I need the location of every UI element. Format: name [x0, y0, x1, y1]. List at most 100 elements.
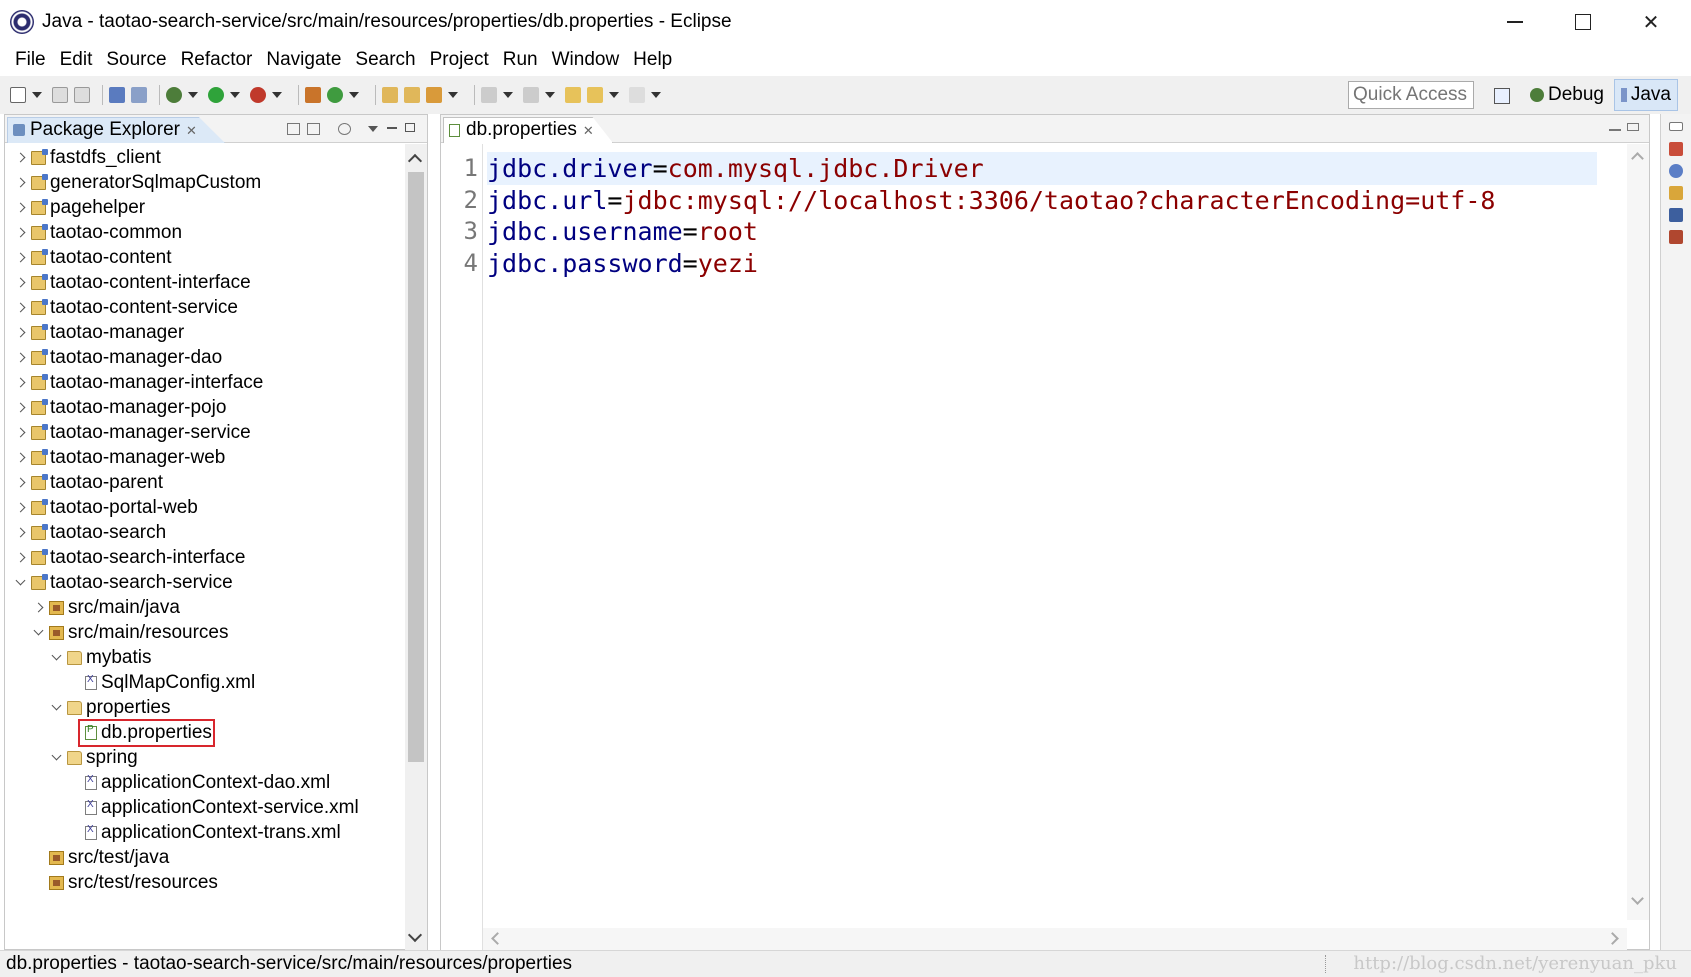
- scroll-down-icon[interactable]: [1631, 892, 1644, 905]
- open-perspective-icon[interactable]: [1494, 88, 1510, 104]
- tree-item[interactable]: taotao-parent: [5, 469, 405, 496]
- maximize-view-icon[interactable]: [405, 123, 415, 132]
- tree-item[interactable]: applicationContext-dao.xml: [5, 769, 405, 796]
- view-menu-icon[interactable]: [368, 126, 378, 132]
- menu-window[interactable]: Window: [545, 49, 627, 71]
- expanded-twisty-icon[interactable]: [31, 626, 45, 640]
- forward-icon[interactable]: [629, 87, 645, 103]
- tree-item[interactable]: taotao-manager-interface: [5, 369, 405, 396]
- search-icon[interactable]: [426, 87, 442, 103]
- editor-text-area[interactable]: 1234 jdbc.driver=com.mysql.jdbc.Driver jd…: [441, 144, 1649, 950]
- menu-source[interactable]: Source: [99, 49, 173, 71]
- scrollbar-thumb[interactable]: [408, 172, 424, 762]
- menu-refactor[interactable]: Refactor: [174, 49, 260, 71]
- tree-item[interactable]: taotao-portal-web: [5, 494, 405, 521]
- scroll-up-icon[interactable]: [1631, 152, 1644, 165]
- close-button[interactable]: ✕: [1617, 0, 1685, 44]
- tree-item[interactable]: taotao-search: [5, 519, 405, 546]
- maximize-editor-icon[interactable]: [1627, 123, 1639, 131]
- external-tools-dropdown-icon[interactable]: [272, 92, 282, 98]
- tree-item[interactable]: src/test/java: [5, 844, 405, 871]
- previous-annotation-dropdown-icon[interactable]: [545, 92, 555, 98]
- last-edit-location-icon[interactable]: [565, 87, 581, 103]
- debug-perspective-button[interactable]: Debug: [1524, 80, 1610, 110]
- external-tools-icon[interactable]: [250, 87, 266, 103]
- expanded-twisty-icon[interactable]: [49, 751, 63, 765]
- collapsed-twisty-icon[interactable]: [13, 426, 27, 440]
- tree-item[interactable]: taotao-manager: [5, 319, 405, 346]
- search-dropdown-icon[interactable]: [448, 92, 458, 98]
- tree-item[interactable]: applicationContext-trans.xml: [5, 819, 405, 846]
- menu-run[interactable]: Run: [496, 49, 545, 71]
- back-icon[interactable]: [587, 87, 603, 103]
- new-dropdown-icon[interactable]: [32, 92, 42, 98]
- tree-item[interactable]: taotao-manager-pojo: [5, 394, 405, 421]
- maximize-button[interactable]: [1549, 0, 1617, 44]
- code-line[interactable]: jdbc.password=yezi: [487, 247, 1597, 280]
- expanded-twisty-icon[interactable]: [13, 576, 27, 590]
- collapsed-twisty-icon[interactable]: [13, 451, 27, 465]
- focus-icon[interactable]: [338, 123, 351, 135]
- close-tab-icon[interactable]: ✕: [186, 123, 197, 138]
- scroll-right-icon[interactable]: [1606, 932, 1619, 945]
- menu-project[interactable]: Project: [423, 49, 496, 71]
- new-icon[interactable]: [10, 87, 26, 103]
- tree-item[interactable]: taotao-search-service: [5, 569, 405, 596]
- collapsed-twisty-icon[interactable]: [13, 151, 27, 165]
- menu-help[interactable]: Help: [626, 49, 679, 71]
- tree-item[interactable]: src/test/resources: [5, 869, 405, 896]
- new-java-class-icon[interactable]: [327, 87, 343, 103]
- editor-vertical-scrollbar[interactable]: [1627, 144, 1649, 920]
- problems-icon[interactable]: [1669, 186, 1683, 200]
- package-explorer-scrollbar[interactable]: [405, 144, 427, 950]
- scroll-up-icon[interactable]: [407, 153, 423, 169]
- collapsed-twisty-icon[interactable]: [13, 251, 27, 265]
- tree-item[interactable]: applicationContext-service.xml: [5, 794, 405, 821]
- debug-icon[interactable]: [166, 87, 182, 103]
- tree-item[interactable]: taotao-manager-dao: [5, 344, 405, 371]
- tree-item[interactable]: taotao-search-interface: [5, 544, 405, 571]
- collapsed-twisty-icon[interactable]: [13, 201, 27, 215]
- scroll-down-icon[interactable]: [407, 927, 423, 943]
- tree-item[interactable]: taotao-manager-web: [5, 444, 405, 471]
- tree-item[interactable]: pagehelper: [5, 194, 405, 221]
- collapsed-twisty-icon[interactable]: [13, 226, 27, 240]
- console-view-icon[interactable]: [1669, 208, 1683, 222]
- tree-item[interactable]: src/main/java: [5, 594, 405, 621]
- tree-item[interactable]: taotao-common: [5, 219, 405, 246]
- tree-item[interactable]: generatorSqlmapCustom: [5, 169, 405, 196]
- collapsed-twisty-icon[interactable]: [13, 351, 27, 365]
- collapsed-twisty-icon[interactable]: [13, 326, 27, 340]
- code-line[interactable]: jdbc.driver=com.mysql.jdbc.Driver: [487, 152, 1597, 185]
- junit-icon[interactable]: [1669, 230, 1683, 244]
- console-icon[interactable]: [109, 87, 125, 103]
- code-line[interactable]: jdbc.username=root: [487, 215, 1597, 248]
- tree-item[interactable]: fastdfs_client: [5, 144, 405, 171]
- tree-item[interactable]: mybatis: [5, 644, 405, 671]
- tree-item[interactable]: spring: [5, 744, 405, 771]
- open-type-icon[interactable]: [382, 87, 398, 103]
- menu-search[interactable]: Search: [348, 49, 422, 71]
- minimize-button[interactable]: [1481, 0, 1549, 44]
- open-task-icon[interactable]: [404, 87, 420, 103]
- task-list-icon[interactable]: [1669, 142, 1683, 156]
- tree-item[interactable]: taotao-content-service: [5, 294, 405, 321]
- menu-file[interactable]: File: [8, 49, 53, 71]
- link-with-editor-icon[interactable]: [307, 123, 320, 135]
- quick-access-input[interactable]: [1348, 81, 1474, 109]
- tree-item[interactable]: taotao-manager-service: [5, 419, 405, 446]
- tree-item[interactable]: properties: [5, 694, 405, 721]
- expanded-twisty-icon[interactable]: [49, 701, 63, 715]
- save-icon[interactable]: [52, 87, 68, 103]
- editor-horizontal-scrollbar[interactable]: [483, 928, 1627, 950]
- skip-breakpoints-icon[interactable]: [131, 87, 147, 103]
- editor-tab-db-properties[interactable]: db.properties ✕: [443, 117, 613, 143]
- collapse-all-icon[interactable]: [287, 123, 300, 135]
- tree-item[interactable]: taotao-content: [5, 244, 405, 271]
- new-class-dropdown-icon[interactable]: [349, 92, 359, 98]
- debug-dropdown-icon[interactable]: [188, 92, 198, 98]
- menu-edit[interactable]: Edit: [53, 49, 100, 71]
- collapsed-twisty-icon[interactable]: [13, 301, 27, 315]
- collapsed-twisty-icon[interactable]: [13, 551, 27, 565]
- forward-dropdown-icon[interactable]: [651, 92, 661, 98]
